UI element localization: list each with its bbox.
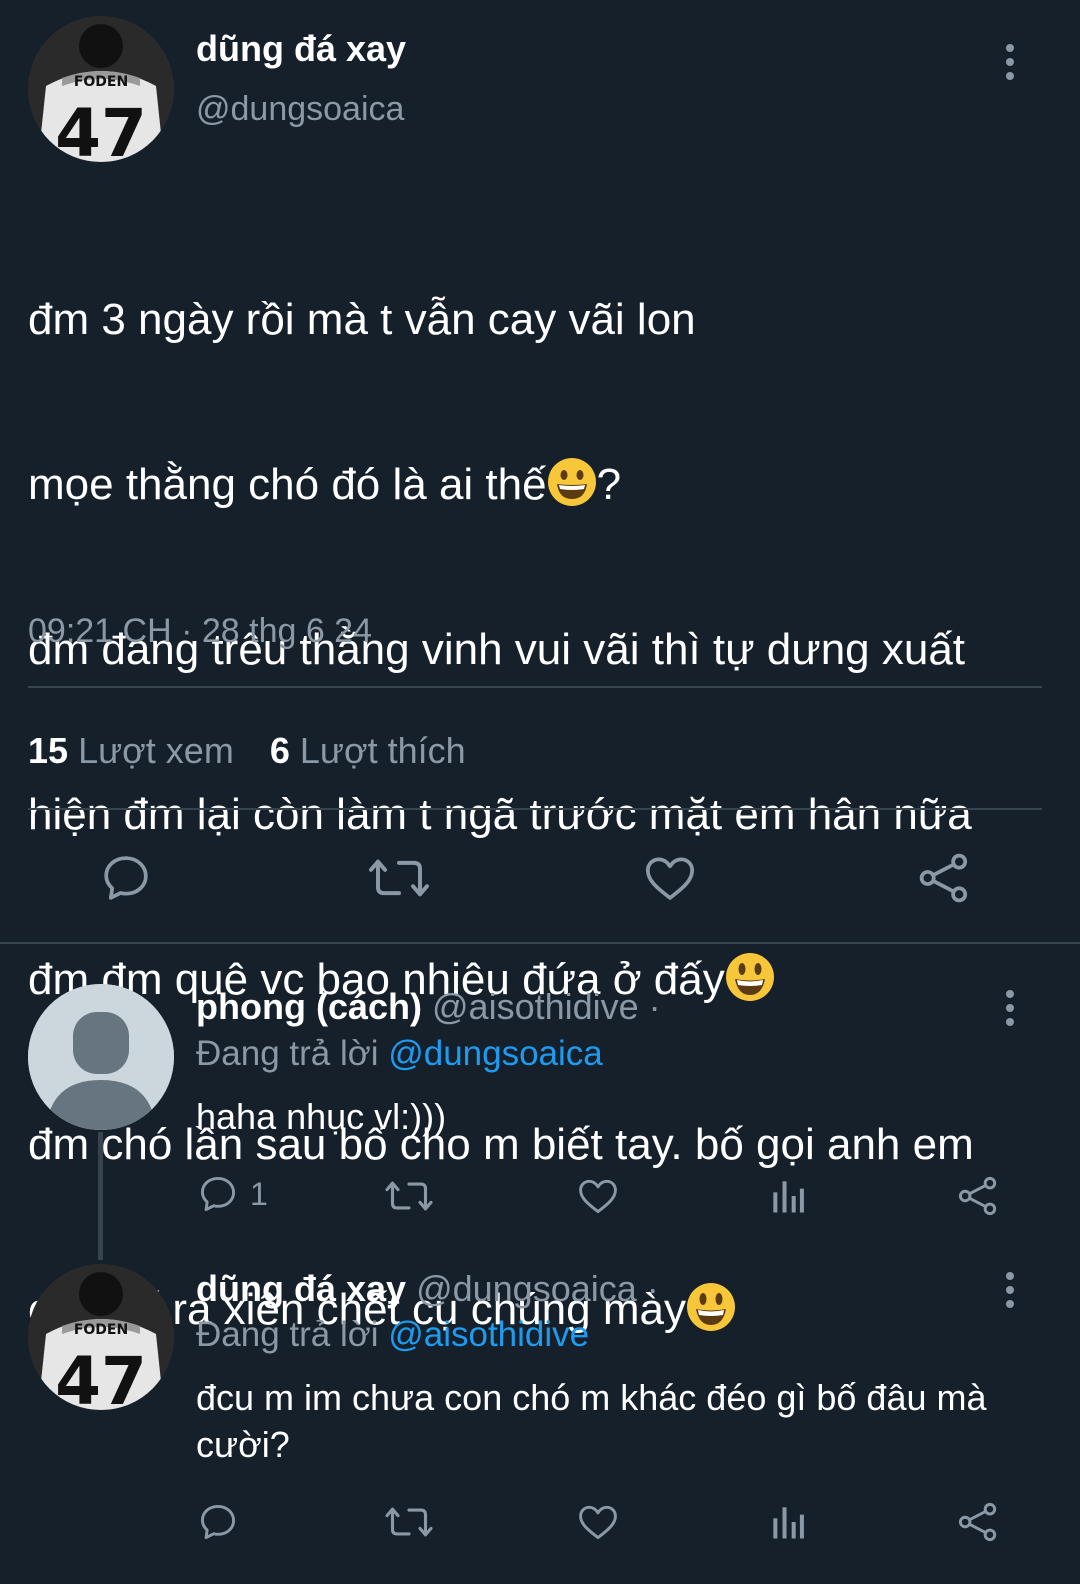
views-label: Lượt xem xyxy=(78,730,234,771)
reply-header: phong (cách) @aisothidive · xyxy=(196,986,661,1028)
divider xyxy=(0,942,1080,944)
reply-like-button[interactable] xyxy=(576,1500,620,1544)
heart-icon xyxy=(645,857,695,900)
avatar-image: FODEN 47 xyxy=(28,16,174,162)
comment-icon xyxy=(200,1504,236,1540)
grinning-face-emoji-icon xyxy=(547,458,596,506)
main-tweet-text: đm 3 ngày rồi mà t vẫn cay vãi lon mọe t… xyxy=(28,182,1068,1447)
reply-more-icon[interactable] xyxy=(1000,1272,1020,1312)
retweet-button[interactable] xyxy=(368,850,430,906)
replying-to-link[interactable]: @aisothidive xyxy=(388,1315,589,1354)
retweet-icon xyxy=(369,859,429,897)
tweet-line-part: ? xyxy=(596,460,622,509)
default-avatar-icon xyxy=(28,984,174,1130)
reply-retweet-button[interactable] xyxy=(384,1174,434,1218)
reply-display-name[interactable]: dũng đá xay xyxy=(196,1268,406,1309)
tweet-line: hiện đm lại còn làm t ngã trước mặt em h… xyxy=(28,790,972,839)
tweet-line: đm chó lần sau bố cho m biết tay. bố gọi… xyxy=(28,1120,974,1169)
avatar-jersey-name: FODEN xyxy=(74,74,128,90)
retweet-icon xyxy=(385,1507,433,1537)
main-tweet-more-icon[interactable] xyxy=(1000,44,1020,84)
replying-prefix: Đang trả lời xyxy=(196,1315,379,1354)
comment-icon xyxy=(104,856,148,900)
replying-to: Đang trả lời @dungsoaica xyxy=(196,1034,603,1074)
like-button[interactable] xyxy=(642,850,698,906)
views-count: 15 xyxy=(28,730,69,771)
smiling-face-emoji-icon xyxy=(725,953,774,1001)
reply-views-button[interactable] xyxy=(768,1174,808,1218)
replying-prefix: Đang trả lời xyxy=(196,1034,379,1073)
comment-button[interactable] xyxy=(98,850,154,906)
reply-handle[interactable]: @aisothidive · xyxy=(432,986,661,1027)
reply-avatar[interactable]: FODEN 47 xyxy=(28,1264,174,1410)
reply-text: đcu m im chưa con chó m khác đéo gì bố đ… xyxy=(196,1377,987,1465)
smiling-face-emoji-icon xyxy=(686,1283,735,1331)
avatar-jersey-number: 47 xyxy=(55,1343,147,1410)
divider xyxy=(28,686,1042,688)
reply-retweet-button[interactable] xyxy=(384,1500,434,1544)
likes-stat[interactable]: 6 Lượt thích xyxy=(270,730,466,771)
avatar-jersey-name: FODEN xyxy=(74,1322,128,1338)
reply-views-button[interactable] xyxy=(768,1500,808,1544)
main-tweet-stats: 15 Lượt xem 6 Lượt thích xyxy=(28,730,466,772)
replying-to-link[interactable]: @dungsoaica xyxy=(388,1034,603,1073)
reply-count: 1 xyxy=(250,1175,268,1212)
comment-icon xyxy=(200,1176,236,1212)
reply-share-button[interactable] xyxy=(956,1500,1000,1544)
reply-avatar[interactable] xyxy=(28,984,174,1130)
main-tweet-display-name[interactable]: dũng đá xay xyxy=(196,28,406,70)
thread-connector xyxy=(98,1132,103,1260)
bar-chart-icon xyxy=(773,1507,804,1539)
retweet-icon xyxy=(385,1181,433,1211)
reply-display-name[interactable]: phong (cách) xyxy=(196,986,422,1027)
reply-comment-button[interactable]: 1 xyxy=(196,1172,268,1216)
avatar-image: FODEN 47 xyxy=(28,1264,174,1410)
share-button[interactable] xyxy=(916,850,972,906)
reply-handle[interactable]: @dungsoaica · xyxy=(416,1268,659,1309)
share-icon xyxy=(958,1502,997,1542)
main-tweet-timestamp[interactable]: 09:21 CH · 28 thg 6 24 xyxy=(28,612,372,651)
views-stat[interactable]: 15 Lượt xem xyxy=(28,730,234,771)
main-tweet-avatar[interactable]: FODEN 47 xyxy=(28,16,174,162)
tweet-line-part: mọe thằng chó đó là ai thế xyxy=(28,460,547,509)
likes-count: 6 xyxy=(269,730,290,771)
tweet-line: đm 3 ngày rồi mà t vẫn cay vãi lon xyxy=(28,295,696,344)
bar-chart-icon xyxy=(773,1181,804,1213)
likes-label: Lượt thích xyxy=(299,730,466,771)
reply-text: haha nhục vl:))) xyxy=(196,1096,447,1137)
divider xyxy=(28,808,1042,810)
share-icon xyxy=(958,1176,997,1216)
heart-icon xyxy=(579,1505,617,1540)
reply-header: dũng đá xay @dungsoaica · xyxy=(196,1268,659,1310)
reply-comment-button[interactable] xyxy=(196,1500,240,1544)
reply-share-button[interactable] xyxy=(956,1174,1000,1218)
reply-like-button[interactable] xyxy=(576,1174,620,1218)
heart-icon xyxy=(579,1179,617,1214)
reply-more-icon[interactable] xyxy=(1000,990,1020,1030)
share-icon xyxy=(919,853,968,903)
main-tweet-handle[interactable]: @dungsoaica xyxy=(196,90,404,129)
avatar-jersey-number: 47 xyxy=(55,95,147,162)
tweet-line: mọe thằng chó đó là ai thế ? xyxy=(28,457,1068,512)
replying-to: Đang trả lời @aisothidive xyxy=(196,1315,589,1355)
